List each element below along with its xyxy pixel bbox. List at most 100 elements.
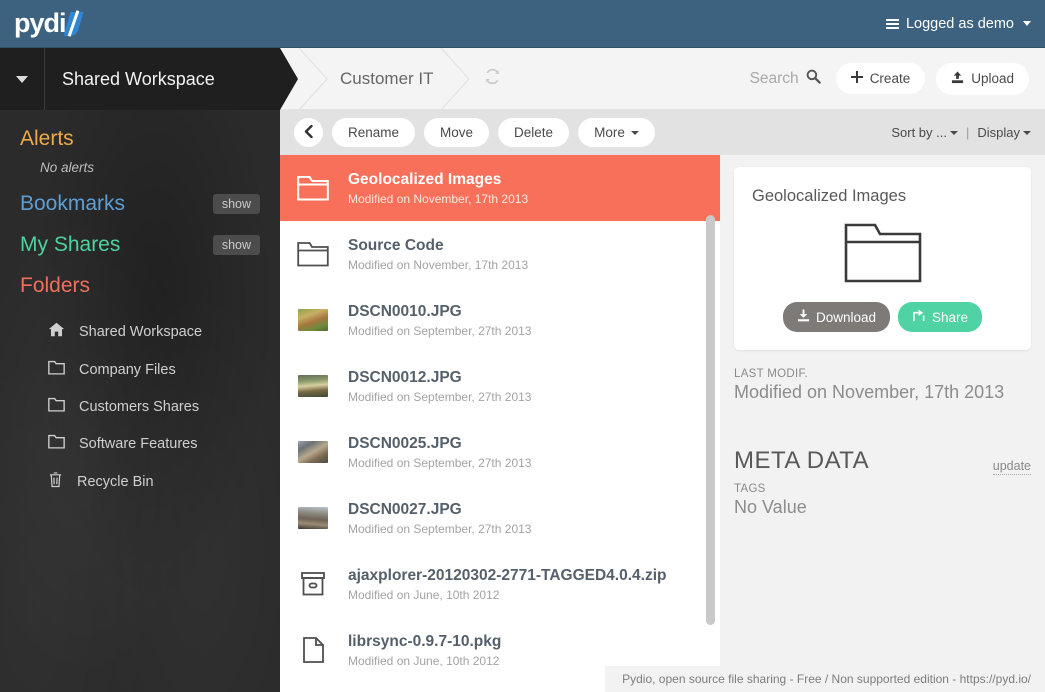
folder-icon xyxy=(48,434,65,453)
download-label: Download xyxy=(815,309,876,325)
sidebar-item-recycle-bin[interactable]: Recycle Bin xyxy=(20,462,260,501)
create-button[interactable]: Create xyxy=(835,63,926,94)
chevron-left-icon xyxy=(303,124,314,141)
footer-bar: Pydio, open source file sharing - Free /… xyxy=(280,666,1045,692)
sort-by-button[interactable]: Sort by ... xyxy=(891,125,958,140)
file-list-item[interactable]: DSCN0012.JPG Modified on September, 27th… xyxy=(280,353,720,419)
alerts-title: Alerts xyxy=(20,127,74,150)
preview-card: Geolocalized Images Download Share xyxy=(734,167,1031,350)
workspace-header[interactable]: Shared Workspace xyxy=(0,48,280,110)
rename-button[interactable]: Rename xyxy=(332,118,416,147)
file-list-item[interactable]: DSCN0025.JPG Modified on September, 27th… xyxy=(280,419,720,485)
file-date: Modified on June, 10th 2012 xyxy=(348,587,500,602)
toolbar-divider: | xyxy=(965,125,970,140)
back-button[interactable] xyxy=(294,118,323,147)
sidebar-section-my-shares[interactable]: My Shares show xyxy=(20,216,260,257)
image-thumbnail-icon xyxy=(294,498,332,538)
file-list-item[interactable]: ajaxplorer-20120302-2771-TAGGED4.0.4.zip… xyxy=(280,551,720,617)
display-button[interactable]: Display xyxy=(977,125,1031,140)
refresh-icon[interactable] xyxy=(484,68,501,90)
preview-actions: Download Share xyxy=(752,302,1013,332)
sidebar-item-customers-shares[interactable]: Customers Shares xyxy=(20,388,260,425)
upload-icon xyxy=(951,70,964,87)
file-info: ajaxplorer-20120302-2771-TAGGED4.0.4.zip… xyxy=(348,567,666,602)
pydio-app-window: pydi Logged as demo Shared Workspace Ale… xyxy=(0,0,1045,692)
file-info: Source Code Modified on November, 17th 2… xyxy=(348,237,528,272)
file-list-scrollbar[interactable] xyxy=(706,155,715,692)
alerts-empty-text: No alerts xyxy=(40,160,95,175)
search-icon xyxy=(806,69,821,89)
more-button[interactable]: More xyxy=(578,118,655,147)
sidebar-item-label: Company Files xyxy=(79,361,176,378)
image-thumbnail-icon xyxy=(294,432,332,472)
trash-icon xyxy=(48,471,63,492)
user-menu-label: Logged as demo xyxy=(905,15,1014,32)
delete-button[interactable]: Delete xyxy=(498,118,570,147)
breadcrumb-separator-icon xyxy=(440,48,470,110)
file-info: DSCN0027.JPG Modified on September, 27th… xyxy=(348,501,531,536)
chevron-down-icon xyxy=(16,75,28,83)
download-button[interactable]: Download xyxy=(782,302,890,332)
sidebar-item-software-features[interactable]: Software Features xyxy=(20,425,260,462)
file-list-item[interactable]: Source Code Modified on November, 17th 2… xyxy=(280,221,720,287)
user-menu-button[interactable]: Logged as demo xyxy=(885,15,1031,32)
sidebar-item-label: Software Features xyxy=(79,435,198,452)
sidebar-item-label: Shared Workspace xyxy=(79,323,203,340)
workspace-selector-button[interactable] xyxy=(0,48,45,110)
sidebar-item-company-files[interactable]: Company Files xyxy=(20,351,260,388)
file-list-item[interactable]: DSCN0010.JPG Modified on September, 27th… xyxy=(280,287,720,353)
sidebar-item-label: Recycle Bin xyxy=(77,473,154,490)
file-info: librsync-0.9.7-10.pkg Modified on June, … xyxy=(348,633,501,668)
sidebar-section-alerts[interactable]: Alerts xyxy=(20,110,260,151)
folder-list: Shared Workspace Company Files Customers… xyxy=(20,298,260,501)
upload-button[interactable]: Upload xyxy=(936,62,1029,95)
file-date: Modified on September, 27th 2013 xyxy=(348,389,532,404)
breadcrumb-bar: Customer IT Search Create Upload xyxy=(280,48,1045,110)
file-list: Geolocalized Images Modified on November… xyxy=(280,155,720,692)
move-button[interactable]: Move xyxy=(424,118,490,147)
last-modif-value: Modified on November, 17th 2013 xyxy=(734,382,1005,402)
file-name: Source Code xyxy=(348,236,444,254)
file-name: DSCN0027.JPG xyxy=(348,500,462,518)
file-name: DSCN0012.JPG xyxy=(348,368,462,386)
file-list-item[interactable]: DSCN0027.JPG Modified on September, 27th… xyxy=(280,485,720,551)
my-shares-title: My Shares xyxy=(20,233,121,256)
search-button[interactable]: Search xyxy=(750,69,821,89)
content-area: Geolocalized Images Modified on November… xyxy=(280,155,1045,692)
sort-by-label: Sort by ... xyxy=(891,125,947,140)
bookmarks-show-button[interactable]: show xyxy=(212,194,260,214)
bookmarks-title: Bookmarks xyxy=(20,192,126,215)
my-shares-show-button[interactable]: show xyxy=(212,235,260,255)
share-button[interactable]: Share xyxy=(898,302,983,332)
more-label: More xyxy=(594,125,625,140)
file-name: Geolocalized Images xyxy=(348,170,502,188)
create-label: Create xyxy=(869,71,911,86)
file-info: DSCN0012.JPG Modified on September, 27th… xyxy=(348,369,531,404)
meta-update-link[interactable]: update xyxy=(992,459,1031,475)
meta-data-header: META DATA update xyxy=(734,447,1031,475)
rename-label: Rename xyxy=(348,125,400,140)
pydio-slash-logo-icon xyxy=(64,10,84,38)
top-navbar: pydi Logged as demo xyxy=(0,0,1045,48)
breadcrumb-current-folder[interactable]: Customer IT xyxy=(340,69,434,89)
scrollbar-thumb[interactable] xyxy=(706,215,715,625)
pydio-logo[interactable]: pydi xyxy=(14,8,84,40)
file-list-item[interactable]: Geolocalized Images Modified on November… xyxy=(280,155,720,221)
breadcrumb-separator-icon xyxy=(298,48,328,110)
sidebar-section-folders[interactable]: Folders xyxy=(20,257,260,298)
sidebar-item-shared-workspace[interactable]: Shared Workspace xyxy=(20,312,260,351)
footer-left-strip xyxy=(280,666,605,692)
main-panel: Customer IT Search Create Upload Rename … xyxy=(280,48,1045,692)
last-modif-label: LAST MODIF. xyxy=(734,368,809,380)
sidebar-section-bookmarks[interactable]: Bookmarks show xyxy=(20,175,260,216)
detail-panel: Geolocalized Images Download Share LAST … xyxy=(720,155,1045,692)
logo-text: pydi xyxy=(14,8,67,38)
file-info: DSCN0025.JPG Modified on September, 27th… xyxy=(348,435,531,470)
sidebar: Shared Workspace Alerts No alerts Bookma… xyxy=(0,48,280,692)
chevron-down-icon xyxy=(949,130,958,135)
toolbar-right-controls: Sort by ... | Display xyxy=(891,125,1031,140)
chevron-down-icon xyxy=(1023,21,1031,26)
chevron-down-icon xyxy=(1023,130,1031,135)
workspace-title: Shared Workspace xyxy=(62,68,215,89)
share-icon xyxy=(912,309,926,325)
